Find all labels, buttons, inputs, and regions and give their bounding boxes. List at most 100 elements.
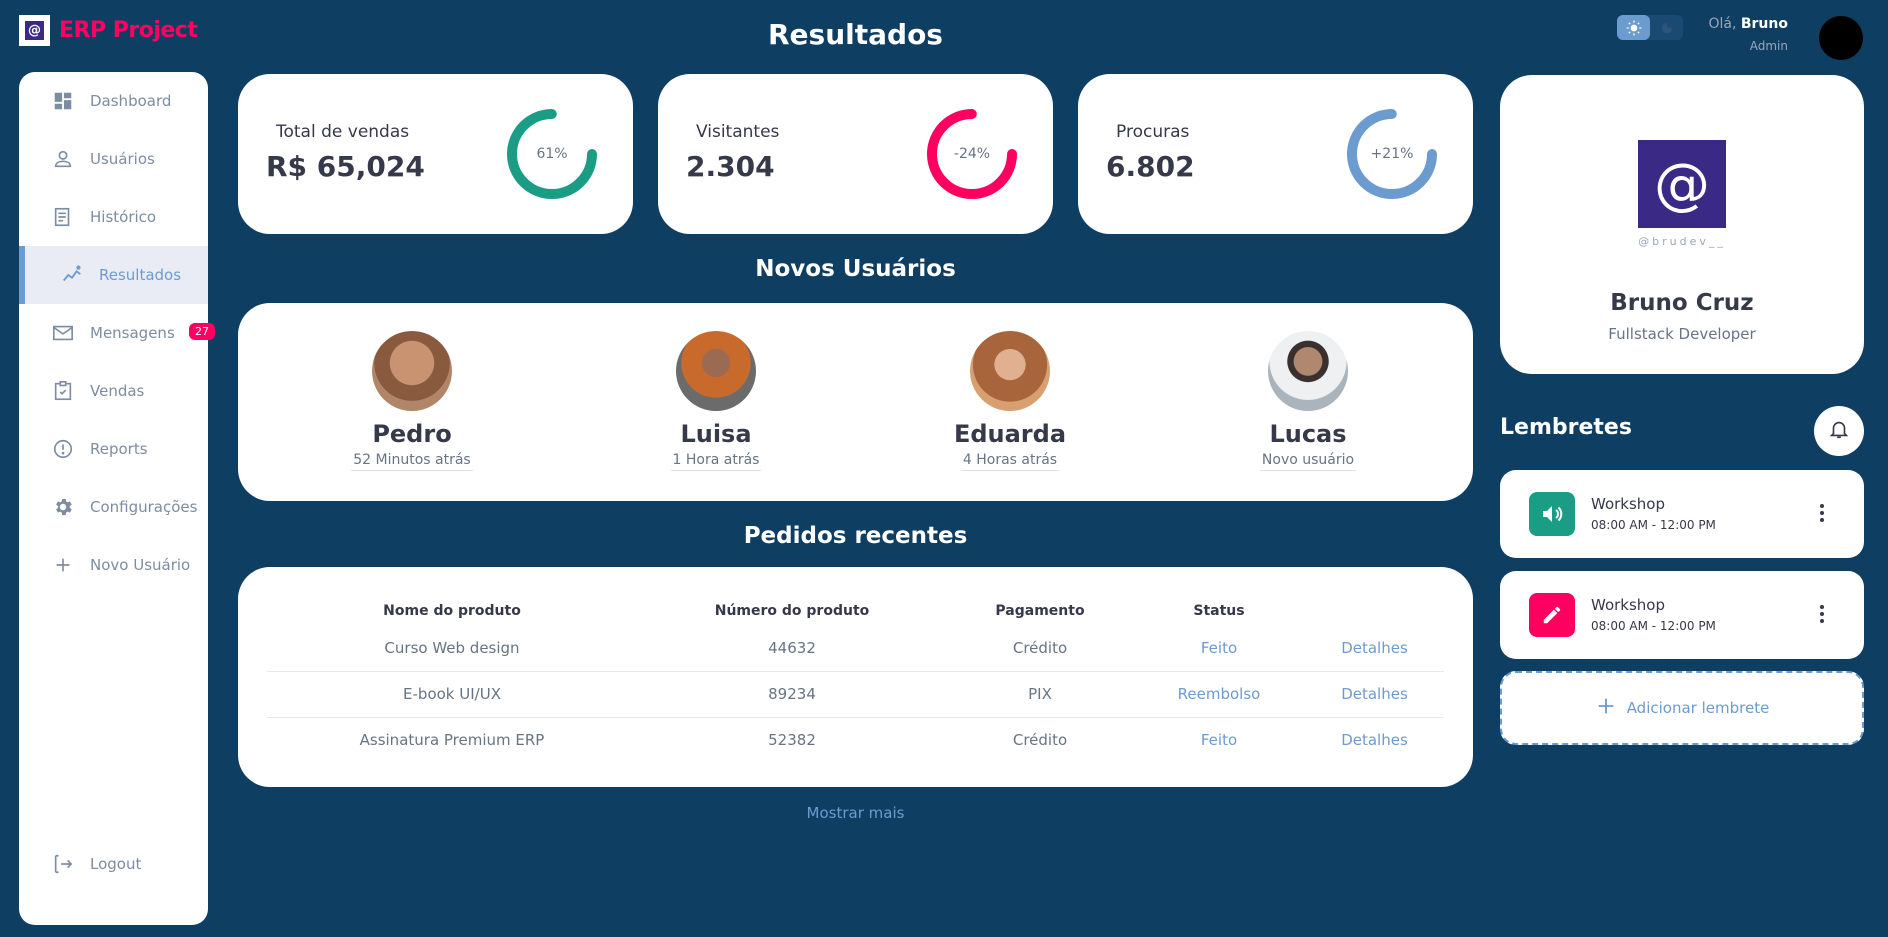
more-vert-icon[interactable] — [1812, 599, 1832, 629]
stat-percent: -24% — [953, 146, 991, 162]
add-reminder-label: Adicionar lembrete — [1626, 699, 1770, 717]
details-link[interactable]: Detalhes — [1305, 625, 1444, 672]
sidebar-item-dashboard[interactable]: Dashboard — [19, 72, 208, 130]
logout-label: Logout — [90, 855, 142, 873]
stat-value: 6.802 — [1106, 150, 1195, 183]
stat-percent: 61% — [536, 146, 568, 162]
new-users-panel: Pedro 52 Minutos atrás Luisa 1 Hora atrá… — [238, 303, 1473, 501]
reminder-item[interactable]: Workshop 08:00 AM - 12:00 PM — [1500, 470, 1864, 558]
dashboard-icon — [52, 90, 74, 112]
user-card[interactable]: Luisa 1 Hora atrás — [626, 331, 806, 471]
sidebar-item-label: Reports — [90, 440, 148, 458]
stat-label: Total de vendas — [276, 122, 410, 142]
sidebar-item-vendas[interactable]: Vendas — [19, 362, 208, 420]
profile-role: Fullstack Developer — [1608, 325, 1756, 343]
details-link[interactable]: Detalhes — [1305, 717, 1444, 763]
notifications-button[interactable] — [1814, 406, 1864, 456]
product-name: Curso Web design — [267, 625, 637, 672]
column-header: Status — [1193, 603, 1245, 619]
greeting-prefix: Olá, — [1708, 16, 1737, 32]
more-vert-icon[interactable] — [1812, 498, 1832, 528]
reminder-time: 08:00 AM - 12:00 PM — [1591, 518, 1716, 532]
avatar[interactable] — [1819, 16, 1863, 60]
logout-button[interactable]: Logout — [19, 835, 208, 893]
new-users-title: Novos Usuários — [755, 256, 956, 282]
user-name: Luisa — [680, 420, 752, 448]
user-time: 1 Hora atrás — [670, 452, 762, 471]
sidebar: Dashboard Usuários Histórico Resultados … — [19, 72, 215, 925]
show-more-link[interactable]: Mostrar mais — [238, 804, 1473, 822]
settings-icon — [52, 496, 74, 518]
user-avatar — [1268, 331, 1348, 411]
user-card[interactable]: Lucas Novo usuário — [1218, 331, 1398, 471]
logo-glyph: @ — [25, 21, 44, 40]
product-number: 52382 — [768, 731, 816, 750]
column-header: Número do produto — [714, 603, 870, 619]
order-status: Reembolso — [1133, 671, 1305, 718]
header-user-role: Admin — [1749, 39, 1788, 53]
user-card[interactable]: Eduarda 4 Horas atrás — [920, 331, 1100, 471]
product-name: Assinatura Premium ERP — [359, 731, 545, 750]
reminder-title: Workshop — [1591, 495, 1666, 513]
sun-icon[interactable] — [1617, 15, 1650, 40]
add-icon — [52, 554, 74, 576]
payment-method: PIX — [947, 671, 1133, 718]
add-icon — [1595, 695, 1617, 721]
sidebar-item-historico[interactable]: Histórico — [19, 188, 208, 246]
sidebar-item-usuarios[interactable]: Usuários — [19, 130, 208, 188]
orders-table: Nome do produto Número do produto Pagame… — [267, 597, 1444, 763]
messages-count-badge: 27 — [189, 323, 215, 340]
report-icon — [52, 438, 74, 460]
sidebar-item-reports[interactable]: Reports — [19, 420, 208, 478]
sidebar-item-configuracoes[interactable]: Configurações — [19, 478, 208, 536]
product-number: 89234 — [637, 671, 947, 718]
profile-name: Bruno Cruz — [1610, 290, 1754, 316]
edit-icon — [1529, 593, 1575, 637]
sidebar-item-mensagens[interactable]: Mensagens 27 — [19, 304, 215, 362]
profile-logo: @ — [1638, 140, 1726, 228]
stat-value: 2.304 — [686, 150, 775, 183]
reminders-title: Lembretes — [1500, 415, 1632, 440]
table-row: Assinatura Premium ERP 52382 Crédito Fei… — [267, 717, 1444, 763]
user-name: Pedro — [372, 420, 452, 448]
sidebar-item-resultados[interactable]: Resultados — [19, 246, 208, 304]
user-time: Novo usuário — [1259, 452, 1357, 471]
sidebar-item-novo-usuario[interactable]: Novo Usuário — [19, 536, 208, 594]
reminder-item[interactable]: Workshop 08:00 AM - 12:00 PM — [1500, 571, 1864, 659]
order-status: Feito — [1133, 625, 1305, 672]
add-reminder-button[interactable]: Adicionar lembrete — [1500, 671, 1864, 745]
sidebar-item-label: Vendas — [90, 382, 145, 400]
user-name: Lucas — [1269, 420, 1347, 448]
profile-card: @ @brudev__ Bruno Cruz Fullstack Develop… — [1500, 75, 1864, 374]
table-header-row: Nome do produto Número do produto Pagame… — [267, 597, 1444, 625]
orders-title: Pedidos recentes — [743, 523, 968, 549]
stat-percent: +21% — [1370, 146, 1414, 162]
recent-orders-panel: Nome do produto Número do produto Pagame… — [238, 567, 1473, 787]
sidebar-item-label: Configurações — [90, 498, 198, 516]
app-logo: @ ERP Project — [19, 15, 198, 46]
user-card[interactable]: Pedro 52 Minutos atrás — [322, 331, 502, 471]
column-header: Nome do produto — [383, 603, 521, 619]
logo-mark: @ — [19, 15, 50, 46]
payment-method: Crédito — [947, 625, 1133, 672]
volume-icon — [1529, 492, 1575, 536]
product-name: E-book UI/UX — [267, 671, 637, 718]
details-link[interactable]: Detalhes — [1305, 671, 1444, 718]
sidebar-item-label: Mensagens — [90, 324, 175, 342]
bell-icon — [1828, 418, 1850, 444]
profile-handle: @brudev__ — [1638, 235, 1726, 248]
sidebar-item-label: Dashboard — [90, 92, 172, 110]
user-avatar — [970, 331, 1050, 411]
inventory-icon — [52, 380, 74, 402]
reminder-title: Workshop — [1591, 596, 1666, 614]
stat-card-visitantes: Visitantes 2.304 -24% — [658, 74, 1053, 234]
user-avatar — [372, 331, 452, 411]
column-header — [1305, 597, 1444, 625]
user-time: 52 Minutos atrás — [351, 452, 473, 471]
logout-icon — [52, 853, 74, 875]
moon-icon[interactable] — [1650, 15, 1683, 40]
stat-label: Procuras — [1116, 122, 1190, 142]
theme-toggle[interactable] — [1617, 15, 1683, 40]
payment-method: Crédito — [1012, 731, 1068, 750]
user-avatar — [676, 331, 756, 411]
